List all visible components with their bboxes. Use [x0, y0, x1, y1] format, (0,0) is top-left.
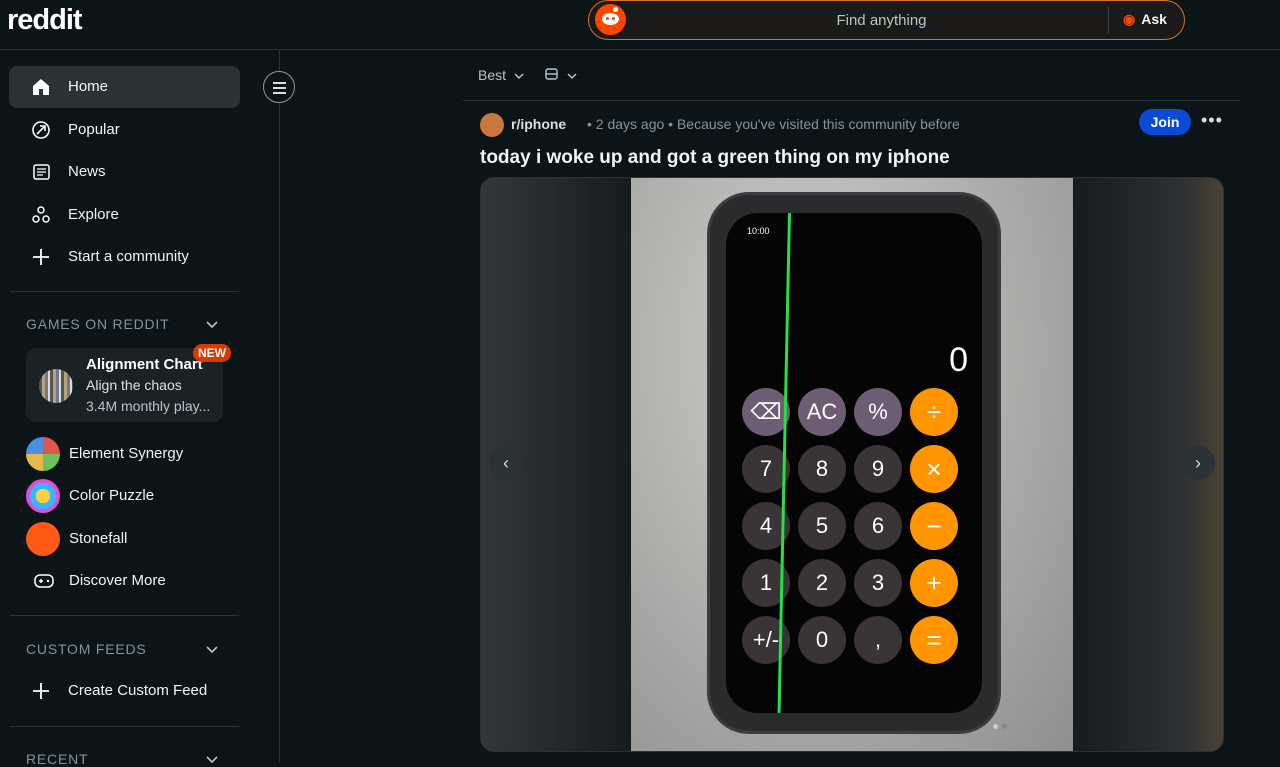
phone-time: 10:00: [747, 226, 770, 236]
sidebar-item-news[interactable]: News: [9, 151, 240, 193]
chevron-down-icon[interactable]: [206, 753, 218, 765]
popular-icon: [32, 121, 50, 139]
new-badge: NEW: [193, 344, 231, 362]
phone-photo: 10:00 0 ⌫ AC% ÷ 7 8 9 × 4 5 6−1 2 3 + +/- 0, =: [707, 192, 1001, 734]
ask-label: Ask: [1141, 11, 1167, 27]
calculator-key: 5: [798, 502, 846, 550]
more-options-button[interactable]: •••: [1201, 110, 1223, 131]
calculator-key: −: [910, 502, 958, 550]
menu-icon: [273, 82, 286, 84]
ask-button[interactable]: ◉ Ask: [1123, 11, 1167, 28]
recent-heading[interactable]: RECENT: [26, 751, 88, 767]
plus-icon: [33, 683, 49, 699]
sort-dropdown[interactable]: Best: [478, 67, 524, 83]
sidebar-divider: [10, 615, 239, 616]
game-item-color-puzzle[interactable]: Color Puzzle: [26, 479, 246, 513]
view-toggle[interactable]: [545, 67, 577, 83]
sidebar-item-popular[interactable]: Popular: [9, 109, 240, 151]
calculator-key: +/-: [742, 616, 790, 664]
sidebar-item-home[interactable]: Home: [9, 66, 240, 108]
chevron-down-icon[interactable]: [206, 318, 218, 330]
chevron-down-icon: [567, 73, 577, 80]
calculator-key: ÷: [910, 388, 958, 436]
calculator-key: 2: [798, 559, 846, 607]
left-sidebar: Home Popular News Explore Start a commun…: [0, 50, 280, 767]
join-button[interactable]: Join: [1139, 109, 1191, 135]
post-title[interactable]: today i woke up and got a green thing on…: [480, 147, 950, 169]
carousel-prev-button[interactable]: ‹: [489, 446, 523, 480]
post-media-carousel[interactable]: 10:00 0 ⌫ AC% ÷ 7 8 9 × 4 5 6−1 2 3 + +/- 0, = ‹ ›: [480, 177, 1224, 752]
gamepad-icon: [34, 574, 54, 588]
reddit-logo[interactable]: reddit: [7, 4, 83, 37]
featured-game-card[interactable]: Alignment Chart Align the chaos 3.4M mon…: [26, 348, 223, 422]
chevron-down-icon[interactable]: [206, 643, 218, 655]
game-item-discover-more[interactable]: Discover More: [26, 564, 246, 598]
element-synergy-avatar: [26, 437, 60, 471]
create-custom-feed-label: Create Custom Feed: [68, 682, 208, 699]
post-meta-text: • 2 days ago • Because you've visited th…: [587, 116, 960, 132]
search-divider: [1108, 7, 1109, 33]
sidebar-item-label: Home: [68, 78, 109, 95]
top-bar: reddit Find anything ◉ Ask: [0, 0, 1280, 50]
subreddit-link[interactable]: r/iphone: [511, 116, 566, 132]
calculator-key: 0: [798, 616, 846, 664]
game-item-label: Discover More: [69, 572, 166, 589]
post-meta: r/iphone • 2 days ago • Because you've v…: [480, 113, 1200, 137]
chevron-down-icon: [514, 73, 524, 80]
sidebar-item-start-community[interactable]: Start a community: [9, 236, 240, 278]
alignment-chart-thumbnail: [39, 369, 73, 403]
sort-label: Best: [478, 67, 507, 83]
card-view-icon: [545, 68, 558, 80]
featured-game-title: Alignment Chart: [86, 356, 203, 373]
home-icon: [33, 79, 49, 95]
sidebar-item-label: Popular: [68, 121, 120, 138]
carousel-next-button[interactable]: ›: [1181, 446, 1215, 480]
post-image[interactable]: 10:00 0 ⌫ AC% ÷ 7 8 9 × 4 5 6−1 2 3 + +/- 0, =: [631, 178, 1073, 751]
stonefall-avatar: [26, 522, 60, 556]
news-icon: [33, 164, 50, 180]
sidebar-item-label: Explore: [68, 206, 119, 223]
featured-game-stats: 3.4M monthly play...: [86, 398, 211, 414]
search-bar[interactable]: Find anything ◉ Ask: [588, 0, 1185, 40]
calculator-key: 8: [798, 445, 846, 493]
calculator-key: =: [910, 616, 958, 664]
featured-game-subtitle: Align the chaos: [86, 377, 182, 393]
sidebar-item-label: News: [68, 163, 106, 180]
game-item-label: Element Synergy: [69, 445, 184, 462]
calculator-display: 0: [949, 341, 968, 379]
calculator-key: 3: [854, 559, 902, 607]
calculator-key: 6: [854, 502, 902, 550]
game-item-label: Stonefall: [69, 530, 128, 547]
calculator-key: ,: [854, 616, 902, 664]
game-item-stonefall[interactable]: Stonefall: [26, 522, 246, 556]
search-input[interactable]: Find anything: [589, 12, 1174, 29]
subreddit-avatar[interactable]: [480, 113, 504, 137]
games-section-heading[interactable]: GAMES ON REDDIT: [26, 316, 169, 332]
phone-screen: 10:00 0 ⌫ AC% ÷ 7 8 9 × 4 5 6−1 2 3 + +/- 0, =: [726, 213, 982, 713]
carousel-dots: [991, 716, 1009, 734]
custom-feeds-heading[interactable]: CUSTOM FEEDS: [26, 641, 147, 657]
sidebar-divider: [10, 726, 239, 727]
calculator-key: +: [910, 559, 958, 607]
feed-divider: [463, 100, 1240, 101]
collapse-sidebar-button[interactable]: [263, 71, 295, 103]
calculator-key: %: [854, 388, 902, 436]
plus-icon: [33, 249, 49, 265]
ask-icon: ◉: [1123, 11, 1136, 27]
calculator-key: AC: [798, 388, 846, 436]
explore-icon: [32, 206, 50, 223]
game-item-label: Color Puzzle: [69, 487, 155, 504]
color-puzzle-avatar: [26, 479, 60, 513]
sidebar-divider: [10, 291, 239, 292]
game-item-element-synergy[interactable]: Element Synergy: [26, 437, 246, 471]
calculator-key: ×: [910, 445, 958, 493]
sidebar-item-explore[interactable]: Explore: [9, 194, 240, 236]
sidebar-item-label: Start a community: [68, 248, 189, 265]
calculator-key: 9: [854, 445, 902, 493]
create-custom-feed-button[interactable]: Create Custom Feed: [9, 670, 240, 712]
